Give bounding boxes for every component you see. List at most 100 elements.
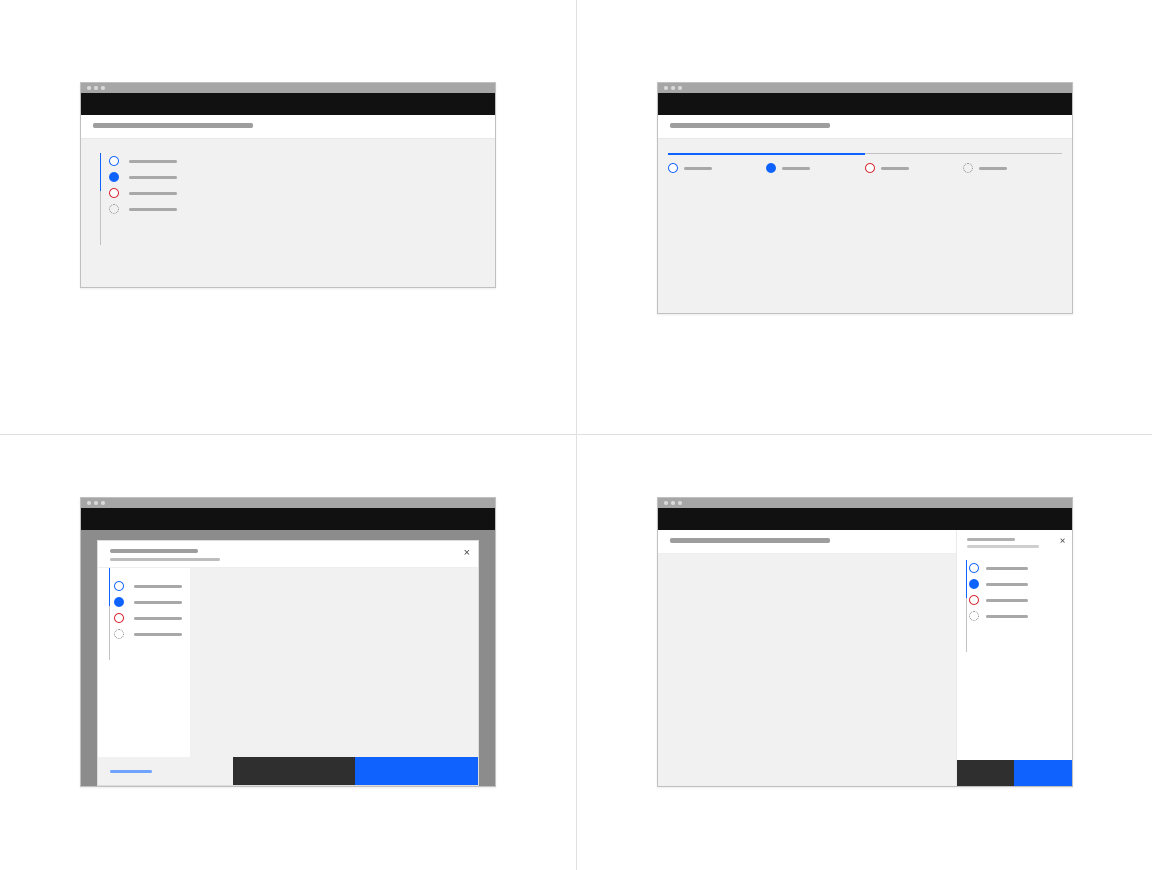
step-label <box>134 585 182 588</box>
traffic-light-icon <box>664 86 668 90</box>
circle-dotted-icon <box>969 611 979 621</box>
progress-step[interactable] <box>106 594 190 610</box>
traffic-light-icon <box>87 86 91 90</box>
close-icon[interactable]: × <box>464 547 470 559</box>
browser-window: × <box>80 497 496 787</box>
progress-line-active <box>109 568 110 606</box>
page-body: × <box>658 530 1072 786</box>
modal-title <box>110 549 198 553</box>
primary-button[interactable] <box>1014 760 1072 786</box>
page-title <box>93 123 253 128</box>
modal-content-area <box>190 568 478 757</box>
circle-dotted-icon <box>114 629 124 639</box>
circle-filled-icon <box>969 579 979 589</box>
step-label <box>129 176 177 179</box>
progress-step[interactable] <box>106 626 190 642</box>
progress-step[interactable] <box>963 560 1072 576</box>
traffic-light-icon <box>101 501 105 505</box>
step-label <box>134 633 182 636</box>
circle-error-icon <box>969 595 979 605</box>
progress-step[interactable] <box>766 153 865 173</box>
circle-filled-icon <box>114 597 124 607</box>
browser-window <box>657 82 1073 314</box>
step-label <box>979 167 1007 170</box>
step-label <box>986 615 1028 618</box>
traffic-light-icon <box>671 86 675 90</box>
secondary-button[interactable] <box>957 760 1015 786</box>
page-main <box>658 530 956 786</box>
progress-line-inactive <box>100 191 101 245</box>
progress-line-active <box>100 153 101 191</box>
step-label <box>986 599 1028 602</box>
progress-step[interactable] <box>101 201 495 217</box>
browser-window: × <box>657 497 1073 787</box>
quadrant-modal-progress: × <box>0 435 577 870</box>
step-label <box>129 208 177 211</box>
ui-shell-header <box>658 508 1072 530</box>
close-icon[interactable]: × <box>1060 536 1066 547</box>
circle-dotted-icon <box>109 204 119 214</box>
progress-indicator-vertical <box>81 153 495 217</box>
progress-indicator-horizontal <box>658 153 1072 173</box>
traffic-light-icon <box>678 86 682 90</box>
ghost-button[interactable] <box>98 757 233 785</box>
circle-error-icon <box>865 163 875 173</box>
progress-step[interactable] <box>865 153 964 173</box>
progress-step[interactable] <box>101 185 495 201</box>
traffic-light-icon <box>101 86 105 90</box>
modal-subtitle <box>110 558 220 561</box>
secondary-button[interactable] <box>233 757 356 785</box>
circle-outline-icon <box>114 581 124 591</box>
progress-indicator-vertical <box>98 568 190 757</box>
browser-window <box>80 82 496 288</box>
circle-outline-icon <box>109 156 119 166</box>
step-label <box>782 167 810 170</box>
circle-filled-icon <box>766 163 776 173</box>
modal-body <box>98 567 478 757</box>
modal: × <box>97 540 479 786</box>
page-content <box>658 139 1072 313</box>
panel-title <box>967 538 1015 541</box>
quadrant-horizontal-progress <box>577 0 1152 435</box>
window-titlebar <box>658 83 1072 93</box>
progress-step[interactable] <box>963 592 1072 608</box>
ui-shell-header <box>81 93 495 115</box>
page-title <box>670 123 830 128</box>
page-header <box>658 115 1072 139</box>
page-content-area <box>658 553 956 786</box>
progress-line-inactive <box>966 598 967 652</box>
step-label <box>134 617 182 620</box>
window-titlebar <box>81 83 495 93</box>
page-header <box>658 530 956 553</box>
traffic-light-icon <box>94 501 98 505</box>
step-label <box>134 601 182 604</box>
primary-button[interactable] <box>355 757 478 785</box>
quadrant-vertical-progress <box>0 0 577 435</box>
page-content <box>81 139 495 287</box>
progress-step[interactable] <box>963 576 1072 592</box>
circle-error-icon <box>114 613 124 623</box>
modal-footer <box>98 757 478 785</box>
progress-line-inactive <box>109 606 110 660</box>
progress-step[interactable] <box>668 153 767 173</box>
modal-overlay: × <box>81 530 495 786</box>
page-title <box>670 538 830 543</box>
page-header <box>81 115 495 139</box>
progress-step[interactable] <box>963 153 1062 173</box>
progress-step[interactable] <box>101 169 495 185</box>
progress-line-active <box>966 560 967 598</box>
side-panel-header: × <box>957 530 1072 554</box>
circle-dotted-icon <box>963 163 973 173</box>
quadrant-tearsheet-progress: × <box>577 435 1152 870</box>
traffic-light-icon <box>87 501 91 505</box>
progress-step[interactable] <box>106 578 190 594</box>
modal-header: × <box>98 541 478 567</box>
window-titlebar <box>658 498 1072 508</box>
progress-indicator-vertical <box>957 554 1072 760</box>
progress-step[interactable] <box>106 610 190 626</box>
progress-step[interactable] <box>963 608 1072 624</box>
progress-step[interactable] <box>101 153 495 169</box>
traffic-light-icon <box>671 501 675 505</box>
traffic-light-icon <box>664 501 668 505</box>
window-titlebar <box>81 498 495 508</box>
